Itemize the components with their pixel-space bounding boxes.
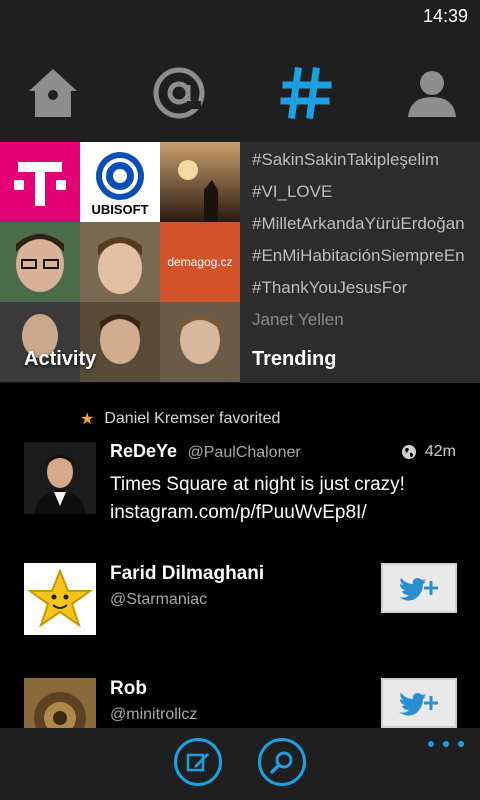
demagog-logo: demagog.cz bbox=[167, 255, 232, 269]
avatar-thumbnail bbox=[0, 222, 80, 302]
demagog-text: demagog.cz bbox=[167, 255, 232, 269]
more-dot bbox=[428, 741, 434, 747]
activity-label: Activity bbox=[24, 348, 97, 370]
suggested-user[interactable]: Rob @minitrollcz bbox=[0, 678, 480, 728]
compose-icon bbox=[186, 753, 209, 772]
user-avatar[interactable] bbox=[24, 678, 96, 728]
trending-item[interactable]: #MilletArkandaYürüErdoğan bbox=[252, 208, 480, 240]
activity-tile-avatar bbox=[160, 302, 240, 382]
user-avatar[interactable] bbox=[24, 563, 96, 635]
user-name[interactable]: Farid Dilmaghani bbox=[110, 563, 264, 585]
search-button[interactable] bbox=[258, 738, 306, 786]
avatar-thumbnail bbox=[80, 222, 160, 302]
activity-panel[interactable]: UBISOFT demagog.cz Activity bbox=[0, 142, 240, 383]
trending-item[interactable]: #EnMiHabitaciónSiempreEn bbox=[252, 240, 480, 272]
tweet-text-line: Times Square at night is just crazy! bbox=[110, 474, 405, 495]
tweet-age: 42m bbox=[424, 443, 456, 460]
star-avatar bbox=[24, 563, 96, 635]
ubisoft-text: UBISOFT bbox=[91, 202, 148, 217]
activity-feed: ★ Daniel Kremser favorited ReDeYe @PaulC… bbox=[0, 383, 480, 728]
tweet-author-name[interactable]: ReDeYe bbox=[110, 441, 177, 461]
trending-item[interactable]: #SakinSakinTakipleşelim bbox=[252, 144, 480, 176]
nav-trending[interactable] bbox=[271, 58, 341, 128]
home-icon bbox=[29, 69, 77, 117]
status-bar: 14:39 bbox=[0, 0, 480, 36]
tweet-meta: 42m bbox=[401, 443, 456, 461]
activity-tile-avatar bbox=[0, 222, 80, 302]
hashtag-icon bbox=[280, 67, 332, 119]
activity-tile-ubisoft: UBISOFT bbox=[80, 142, 160, 222]
nav-profile[interactable] bbox=[397, 58, 467, 128]
avatar bbox=[24, 442, 96, 514]
hub-panels: UBISOFT demagog.cz Activity #SakinSakinT… bbox=[0, 142, 480, 383]
suggested-user[interactable]: Farid Dilmaghani @Starmaniac bbox=[0, 563, 480, 637]
globe-icon bbox=[401, 445, 416, 459]
nav-home[interactable] bbox=[18, 58, 88, 128]
trending-item[interactable]: #ThankYouJesusFor bbox=[252, 272, 480, 304]
favorite-notice: ★ Daniel Kremser favorited bbox=[80, 409, 280, 429]
app-bar bbox=[0, 728, 480, 800]
user-name[interactable]: Rob bbox=[110, 678, 147, 700]
user-handle: @Starmaniac bbox=[110, 591, 208, 608]
trending-item[interactable]: #VI_LOVE bbox=[252, 176, 480, 208]
activity-tile-photo bbox=[160, 142, 240, 222]
more-dot bbox=[443, 741, 449, 747]
profile-icon bbox=[408, 71, 456, 117]
follow-button[interactable] bbox=[381, 563, 457, 613]
tweet-author-avatar[interactable] bbox=[24, 442, 96, 514]
search-icon bbox=[270, 751, 293, 774]
trending-item[interactable]: Janet Yellen bbox=[252, 304, 480, 336]
mention-icon bbox=[153, 67, 205, 119]
clock: 14:39 bbox=[422, 6, 468, 26]
more-button[interactable] bbox=[428, 734, 464, 754]
photo-thumbnail bbox=[160, 142, 240, 222]
compose-button[interactable] bbox=[174, 738, 222, 786]
tweet-header: ReDeYe @PaulChaloner 42m bbox=[110, 441, 456, 465]
activity-tile-demagog: demagog.cz bbox=[160, 222, 240, 302]
activity-tile-avatar bbox=[80, 222, 160, 302]
nav-mentions[interactable] bbox=[144, 58, 214, 128]
top-navigation bbox=[0, 36, 480, 142]
tweet-author-handle[interactable]: @PaulChaloner bbox=[188, 444, 301, 461]
trending-label: Trending bbox=[252, 348, 337, 370]
activity-tile-telekom bbox=[0, 142, 80, 222]
tweet-text[interactable]: Times Square at night is just crazy! ins… bbox=[110, 471, 460, 527]
twitter-follow-icon bbox=[399, 578, 438, 601]
follow-button[interactable] bbox=[381, 678, 457, 728]
trending-list: #SakinSakinTakipleşelim #VI_LOVE #Millet… bbox=[240, 142, 480, 336]
trending-panel[interactable]: #SakinSakinTakipleşelim #VI_LOVE #Millet… bbox=[240, 142, 480, 383]
avatar bbox=[24, 678, 96, 728]
more-dot bbox=[458, 741, 464, 747]
user-handle: @minitrollcz bbox=[110, 706, 198, 723]
twitter-follow-icon bbox=[399, 693, 438, 716]
telekom-logo bbox=[14, 162, 66, 206]
ubisoft-logo: UBISOFT bbox=[91, 152, 149, 217]
star-icon: ★ bbox=[80, 411, 95, 428]
avatar-thumbnail bbox=[160, 302, 240, 382]
tweet-link[interactable]: instagram.com/p/fPuuWvEp8I/ bbox=[110, 499, 460, 527]
favorite-text: Daniel Kremser favorited bbox=[104, 410, 281, 427]
